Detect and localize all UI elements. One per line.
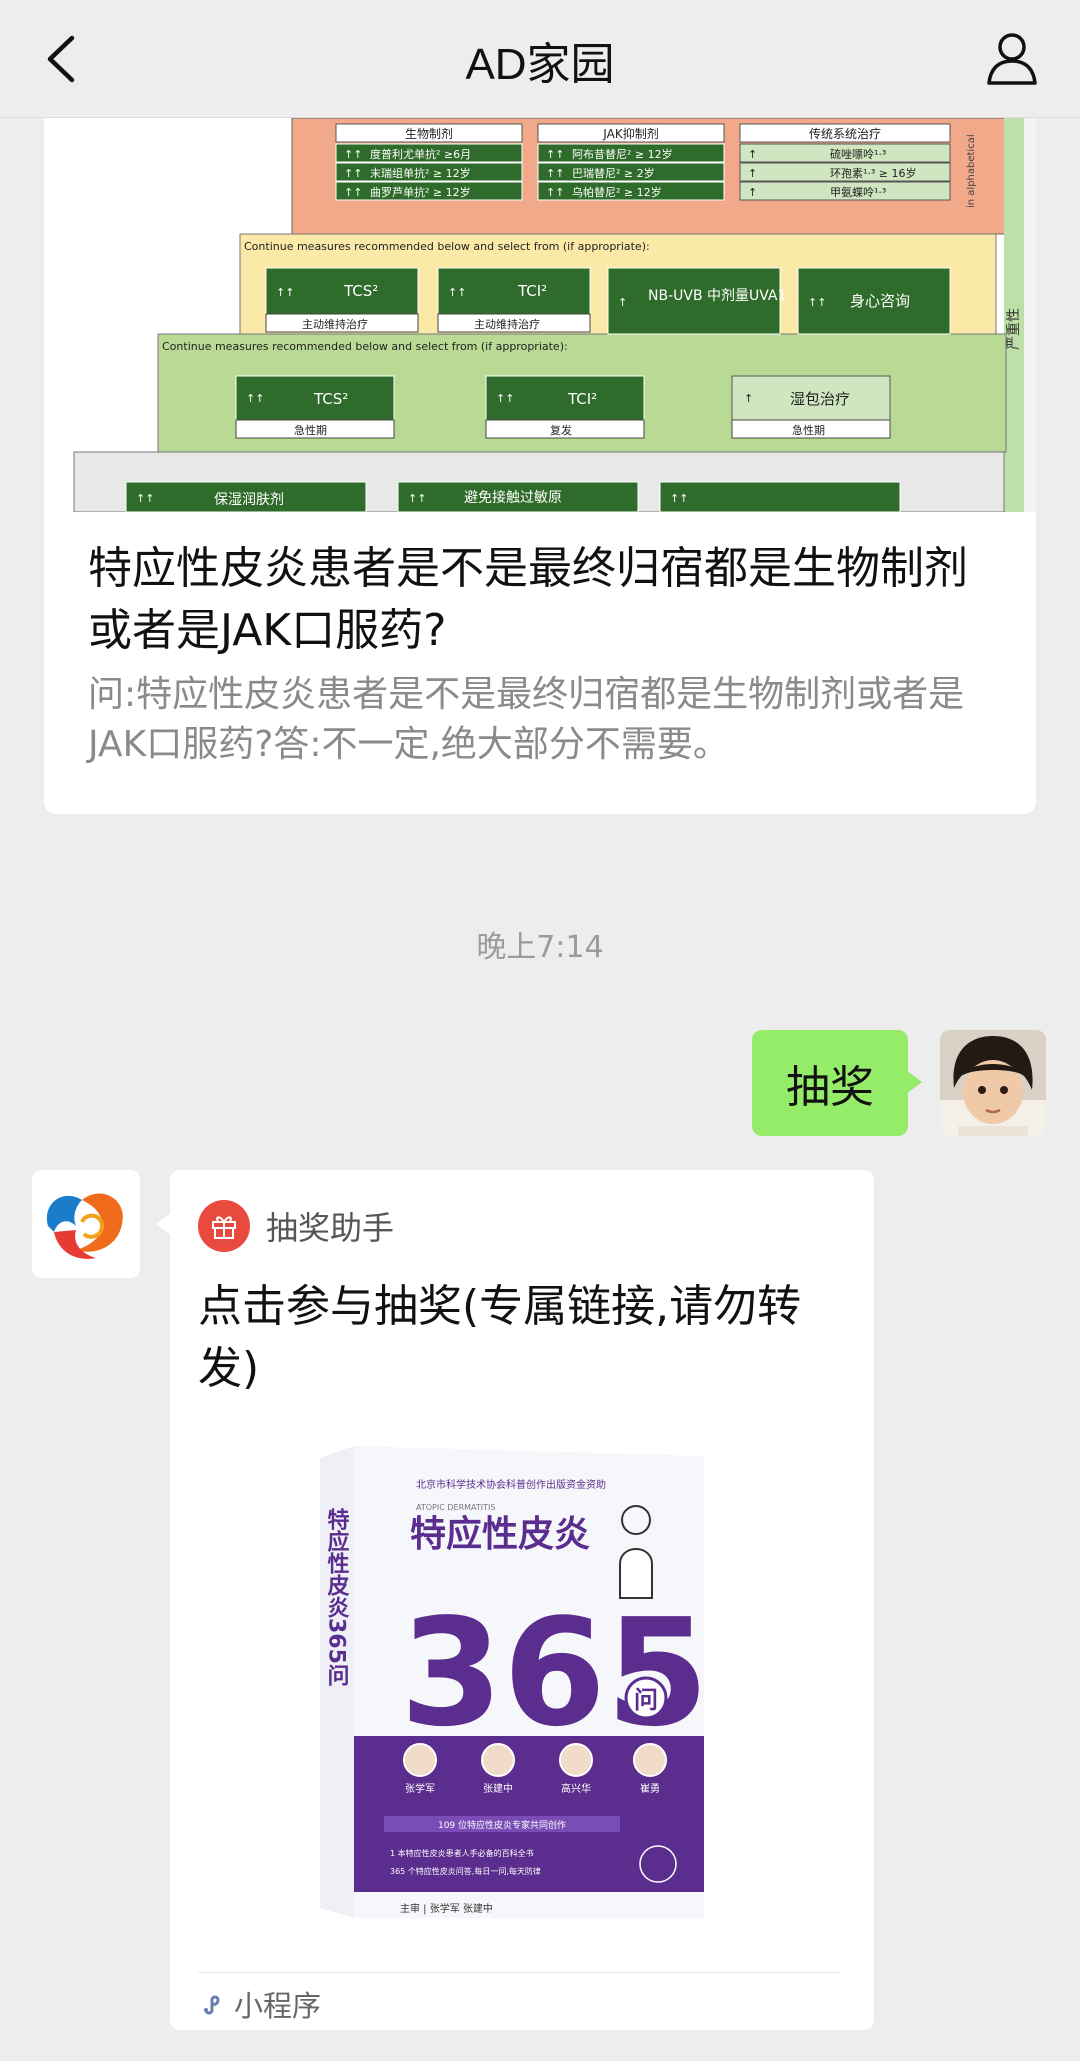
chat-title: AD家园 [465, 40, 615, 89]
tier0-arrows: ↑↑ [408, 492, 426, 505]
tier2-arrows: ↑ [618, 296, 627, 309]
tier1-name: 湿包治疗 [790, 390, 850, 408]
mini-program-card[interactable]: 抽奖助手 点击参与抽奖(专属链接,请勿转发) 特应性皮炎365问 北京市科学技术… [156, 1170, 874, 2030]
book-band: 109 位特应性皮炎专家共同创作 [438, 1819, 566, 1831]
mini-program-title: 点击参与抽奖(专属链接,请勿转发) [198, 1281, 802, 1394]
book-eng-title: ATOPIC DERMATITIS [416, 1503, 495, 1512]
mini-program-header: 抽奖助手 [198, 1198, 394, 1254]
tier3-cell: 乌帕替尼² ≥ 12岁 [572, 185, 662, 199]
tier3-head-3: 传统系统治疗 [809, 126, 881, 141]
book-author: 张建中 [483, 1782, 513, 1795]
mini-program-name: 抽奖助手 [266, 1209, 395, 1247]
svg-text:↑↑: ↑↑ [344, 148, 362, 161]
tier3-cell: 硫唑嘌呤¹·³ [830, 147, 886, 161]
sender-avatar[interactable] [32, 1170, 140, 1278]
child-photo-avatar [940, 1030, 1046, 1136]
tier1-sub: 急性期 [294, 423, 327, 437]
svg-text:↑: ↑ [748, 148, 757, 161]
my-avatar[interactable] [940, 1030, 1046, 1136]
continue-measures-text: Continue measures recommended below and … [244, 240, 650, 253]
tier1-name: TCS² [313, 390, 348, 408]
svg-text:↑: ↑ [748, 186, 757, 199]
ad-home-logo [32, 1170, 140, 1278]
gift-icon [198, 1200, 250, 1252]
tier0-name: 保湿润肤剂 [214, 492, 284, 508]
outgoing-message-text: 抽奖 [786, 1062, 874, 1113]
svg-text:↑↑: ↑↑ [344, 186, 362, 199]
tier2-name: TCI² [517, 282, 547, 300]
svg-text:↑↑: ↑↑ [546, 148, 564, 161]
tier1-arrows: ↑↑ [496, 392, 514, 405]
svg-text:↑↑: ↑↑ [546, 167, 564, 180]
tier1-sub: 复发 [550, 423, 572, 437]
article-digest: 问:特应性皮炎患者是不是最终归宿都是生物制剂或者是JAK口服药?答:不一定,绝大… [88, 674, 965, 765]
tier3-cell: 度普利尤单抗² ≥6月 [370, 147, 471, 161]
book-wen: 问 [634, 1686, 658, 1714]
tier2-name: 身心咨询 [850, 292, 910, 310]
book-big-number: 365 [400, 1587, 704, 1759]
message-timestamp: 晚上7:14 [476, 930, 604, 965]
tier0-arrows: ↑↑ [670, 492, 688, 505]
person-icon[interactable] [984, 30, 1040, 86]
book-bottom-line: 主审 | 张学军 张建中 [400, 1902, 493, 1915]
tier1-name: TCI² [567, 390, 597, 408]
book-top-line: 北京市科学技术协会科普创作出版资金资助 [416, 1478, 606, 1491]
book-bullet: 1 本特应性皮炎患者人手必备的百科全书 [390, 1848, 534, 1858]
tier2-name: TCS² [343, 282, 378, 300]
svg-text:↑↑: ↑↑ [344, 167, 362, 180]
tier1-sub: 急性期 [792, 423, 825, 437]
alphabetical-note: in alphabetical [966, 134, 977, 208]
top-nav-bar: AD家园 [0, 0, 1080, 118]
book-title: 特应性皮炎 [410, 1514, 590, 1555]
book-author: 崔勇 [640, 1782, 660, 1795]
tier3-cell: 阿布昔替尼² ≥ 12岁 [572, 147, 673, 161]
tier3-cell: 巴瑞替尼² ≥ 2岁 [572, 166, 655, 180]
severity-label: 严重性 [1006, 308, 1022, 350]
continue-measures-text: Continue measures recommended below and … [162, 340, 568, 353]
mini-program-footer: 小程序 [200, 1982, 321, 2026]
card-divider [198, 1972, 840, 1973]
mini-program-icon [204, 1995, 220, 2015]
tier2-arrows: ↑↑ [448, 286, 466, 299]
tier3-cell: 末瑞组单抗² ≥ 12岁 [370, 166, 471, 180]
tier3-cell: 甲氨蝶呤¹·³ [830, 185, 886, 199]
mini-program-label: 小程序 [234, 1989, 322, 2023]
svg-text:↑↑: ↑↑ [546, 186, 564, 199]
tier3-head-1: 生物制剂 [405, 126, 453, 141]
tier2-sub: 主动维持治疗 [474, 317, 540, 331]
tier2-arrows: ↑↑ [276, 286, 294, 299]
book-spine-title: 特应性皮炎365问 [324, 1507, 350, 1687]
article-card[interactable]: 生物制剂 JAK抑制剂 传统系统治疗 ↑↑ ↑↑ ↑↑ ↑↑ ↑↑ ↑↑ ↑ ↑ ↑ 度普利… [44, 118, 1036, 814]
tier3-cell: 曲罗芦单抗² ≥ 12岁 [370, 185, 471, 199]
tier3-head-2: JAK抑制剂 [602, 126, 658, 141]
article-headline: 特应性皮炎患者是不是最终归宿都是生物制剂或者是JAK口服药? [88, 543, 968, 656]
book-author: 张学军 [405, 1782, 435, 1795]
book-author: 高兴华 [561, 1782, 591, 1795]
tier2-name: NB-UVB 中剂量UVA1 [648, 288, 786, 304]
book-bullet: 365 个特应性皮炎问答,每日一问,每天防律 [390, 1866, 541, 1876]
tier1-arrows: ↑↑ [246, 392, 264, 405]
tier0-name: 避免接触过敏原 [464, 489, 562, 506]
tier3-cell: 环孢素¹·³ ≥ 16岁 [830, 166, 917, 180]
tier1-arrows: ↑ [744, 392, 753, 405]
tier2-arrows: ↑↑ [808, 296, 826, 309]
article-cover-image: 生物制剂 JAK抑制剂 传统系统治疗 ↑↑↑↑↑↑ ↑↑↑↑↑↑ ↑↑↑ 度普利… [44, 118, 1036, 512]
outgoing-message-bubble[interactable]: 抽奖 [752, 1030, 922, 1136]
tier0-arrows: ↑↑ [136, 492, 154, 505]
tier2-sub: 主动维持治疗 [302, 317, 368, 331]
svg-text:↑: ↑ [748, 167, 757, 180]
book-cover-image: 特应性皮炎365问 北京市科学技术协会科普创作出版资金资助 ATOPIC DER… [320, 1446, 704, 1918]
